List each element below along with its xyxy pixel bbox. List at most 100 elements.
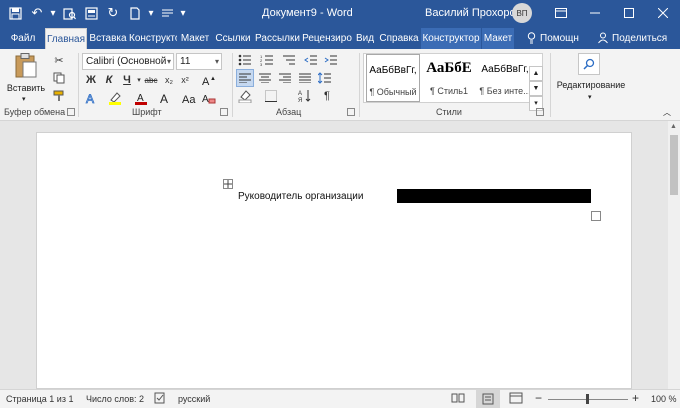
zoom-in-icon[interactable]: +: [632, 391, 639, 405]
paste-dropdown-icon[interactable]: ▾: [22, 95, 26, 103]
ribbon-display-icon[interactable]: [544, 0, 578, 26]
cut-icon[interactable]: ✂: [50, 51, 68, 69]
save-as-icon[interactable]: [80, 3, 102, 23]
print-layout-icon[interactable]: [476, 390, 500, 408]
redo-icon[interactable]: ↻: [102, 3, 124, 23]
format-icon[interactable]: [156, 3, 178, 23]
table-move-handle-icon[interactable]: [223, 179, 233, 189]
italic-button[interactable]: К: [100, 71, 118, 89]
zoom-slider[interactable]: [548, 394, 628, 404]
redacted-block[interactable]: [397, 189, 591, 203]
scroll-up-icon[interactable]: ▲: [670, 123, 677, 130]
format-painter-icon[interactable]: [50, 87, 68, 105]
save-icon[interactable]: [4, 3, 26, 23]
read-mode-icon[interactable]: [451, 392, 465, 406]
copy-icon[interactable]: [50, 69, 68, 87]
lightbulb-icon[interactable]: [524, 28, 538, 49]
font-name-select[interactable]: Calibri (Основной ▾: [82, 53, 174, 70]
bold-button[interactable]: Ж: [82, 71, 100, 89]
chevron-down-icon: ▾: [166, 57, 171, 66]
new-doc-dropdown-icon[interactable]: ▾: [146, 8, 156, 19]
line-spacing-icon[interactable]: [316, 69, 334, 87]
align-right-icon[interactable]: [276, 69, 294, 87]
group-divider: [232, 53, 233, 117]
zoom-level[interactable]: 100 %: [651, 394, 677, 404]
bullets-icon[interactable]: [236, 51, 254, 69]
avatar[interactable]: ВП: [512, 3, 532, 23]
table-cell-label[interactable]: Руководитель организации: [238, 191, 363, 202]
clear-formatting-icon[interactable]: A: [200, 89, 218, 107]
minimize-icon[interactable]: [578, 0, 612, 26]
decrease-indent-icon[interactable]: [302, 51, 320, 69]
proofing-icon[interactable]: [154, 392, 166, 406]
tab-file[interactable]: Файл: [4, 28, 42, 49]
tab-home[interactable]: Главная: [45, 28, 87, 49]
editing-button[interactable]: Редактирование ▾: [554, 53, 628, 103]
collapse-ribbon-icon[interactable]: ︿: [663, 107, 671, 118]
tab-table-design[interactable]: Конструктор: [421, 28, 481, 49]
tab-help[interactable]: Справка: [378, 28, 420, 49]
paste-button[interactable]: Вставить ▾: [7, 53, 45, 103]
font-color-icon[interactable]: A: [132, 89, 150, 107]
user-name[interactable]: Василий Прохоров: [425, 7, 521, 19]
tab-layout[interactable]: Макет: [178, 28, 212, 49]
new-doc-icon[interactable]: [124, 3, 146, 23]
svg-text:A: A: [202, 94, 209, 105]
shading-icon[interactable]: [236, 87, 254, 105]
document-page[interactable]: Руководитель организации: [36, 132, 632, 389]
tab-references[interactable]: Ссылки: [213, 28, 253, 49]
change-case-icon[interactable]: Aa: [180, 89, 198, 107]
zoom-out-icon[interactable]: −: [535, 391, 542, 405]
web-layout-icon[interactable]: [509, 392, 523, 406]
paragraph-launcher-icon[interactable]: [347, 108, 355, 116]
tab-view[interactable]: Вид: [353, 28, 377, 49]
vertical-scrollbar[interactable]: ▲: [668, 121, 680, 389]
align-center-icon[interactable]: [256, 69, 274, 87]
align-left-icon[interactable]: [236, 69, 254, 87]
style-sample: АаБбВвГг,: [481, 64, 529, 75]
font-size-select[interactable]: 11 ▾: [176, 53, 222, 70]
print-preview-icon[interactable]: [58, 3, 80, 23]
increase-indent-icon[interactable]: [322, 51, 340, 69]
chevron-up-icon[interactable]: ▲: [529, 66, 543, 81]
sort-icon[interactable]: АЯ: [296, 87, 314, 105]
borders-icon[interactable]: [262, 87, 280, 105]
strikethrough-button[interactable]: abc: [142, 71, 160, 89]
undo-dropdown-icon[interactable]: ▾: [48, 8, 58, 19]
superscript-button[interactable]: x²: [176, 71, 194, 89]
language[interactable]: русский: [178, 394, 210, 404]
tab-insert[interactable]: Вставка: [88, 28, 128, 49]
share-button[interactable]: Поделиться: [612, 28, 678, 49]
scroll-thumb[interactable]: [670, 135, 678, 195]
page-count[interactable]: Страница 1 из 1: [6, 394, 73, 404]
styles-launcher-icon[interactable]: [536, 108, 544, 116]
tab-design[interactable]: Конструктор: [129, 28, 177, 49]
tab-table-layout[interactable]: Макет: [482, 28, 514, 49]
share-person-icon[interactable]: [596, 28, 610, 49]
multilevel-list-icon[interactable]: [280, 51, 298, 69]
font-size-icon[interactable]: A: [158, 89, 176, 107]
justify-icon[interactable]: [296, 69, 314, 87]
search-icon: [578, 53, 600, 75]
style-no-spacing[interactable]: АаБбВвГг, ¶ Без инте...: [478, 54, 532, 102]
grow-font-icon[interactable]: A ▲: [200, 71, 218, 89]
font-launcher-icon[interactable]: [220, 108, 228, 116]
style-style1[interactable]: АаБбЕ ¶ Стиль1: [422, 54, 476, 102]
customize-qat-icon[interactable]: ▾: [178, 8, 188, 19]
tab-review[interactable]: Рецензиро: [302, 28, 352, 49]
tab-mailings[interactable]: Рассылки: [254, 28, 301, 49]
highlight-icon[interactable]: [106, 89, 124, 107]
numbering-icon[interactable]: 123: [258, 51, 276, 69]
show-marks-icon[interactable]: ¶: [318, 87, 336, 105]
clipboard-launcher-icon[interactable]: [67, 108, 75, 116]
table-resize-handle-icon[interactable]: [591, 211, 601, 221]
tell-me-search[interactable]: Помощн: [540, 28, 586, 49]
text-effects-icon[interactable]: A: [82, 89, 100, 107]
style-normal[interactable]: АаБбВвГг, ¶ Обычный: [366, 54, 420, 102]
word-count[interactable]: Число слов: 2: [86, 394, 144, 404]
chevron-down-icon[interactable]: ▼: [529, 81, 543, 96]
restore-icon[interactable]: [612, 0, 646, 26]
zoom-slider-thumb[interactable]: [586, 394, 589, 404]
close-icon[interactable]: [646, 0, 680, 26]
undo-icon[interactable]: ↶: [26, 3, 48, 23]
